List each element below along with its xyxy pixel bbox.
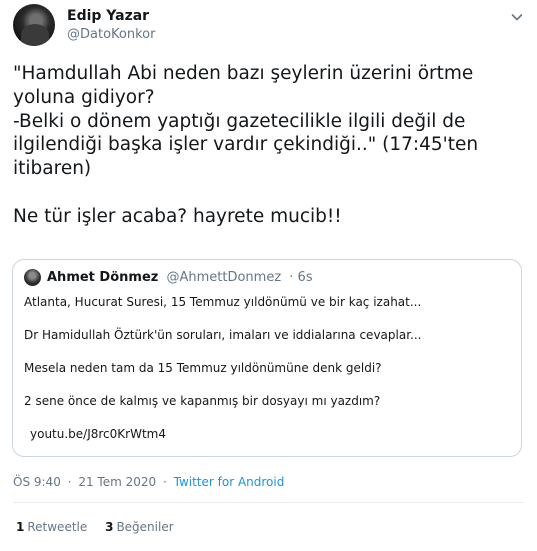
tweet: Edip Yazar @DatoKonkor "Hamdullah Abi ne… bbox=[0, 0, 537, 551]
divider bbox=[13, 502, 524, 503]
tweet-meta: ÖS 9:40 · 21 Tem 2020 · Twitter for Andr… bbox=[13, 475, 284, 489]
quoted-author-name: Ahmet Dönmez bbox=[47, 270, 159, 285]
author-handle[interactable]: @DatoKonkor bbox=[67, 27, 155, 42]
chevron-down-icon[interactable] bbox=[509, 9, 525, 25]
author-name[interactable]: Edip Yazar bbox=[67, 8, 149, 24]
quoted-header: Ahmet Dönmez @AhmettDonmez · 6s bbox=[47, 270, 313, 285]
likes-count: 3 bbox=[105, 520, 114, 534]
retweets-stat[interactable]: 1 Retweetle bbox=[16, 520, 87, 534]
tweet-stats: 1 Retweetle 3 Beğeniler bbox=[16, 520, 188, 534]
tweet-time[interactable]: ÖS 9:40 bbox=[13, 475, 61, 489]
retweets-count: 1 bbox=[16, 520, 25, 534]
quoted-line: Dr Hamidullah Öztürk'ün soruları, imalar… bbox=[24, 328, 422, 342]
quoted-line: Mesela neden tam da 15 Temmuz yıldönümün… bbox=[24, 361, 382, 375]
quoted-tweet[interactable]: Ahmet Dönmez @AhmettDonmez · 6s Atlanta,… bbox=[12, 259, 522, 457]
quoted-author-handle: @AhmettDonmez bbox=[166, 270, 282, 285]
quoted-text: Atlanta, Hucurat Suresi, 15 Temmuz yıldö… bbox=[24, 293, 514, 458]
quoted-line: Atlanta, Hucurat Suresi, 15 Temmuz yıldö… bbox=[24, 295, 422, 309]
tweet-source-link[interactable]: Twitter for Android bbox=[174, 475, 285, 489]
likes-label: Beğeniler bbox=[116, 520, 174, 534]
avatar[interactable] bbox=[13, 4, 55, 46]
quoted-avatar bbox=[24, 269, 41, 286]
quoted-link[interactable]: youtu.be/J8rc0KrWtm4 bbox=[30, 425, 514, 443]
meta-separator: · bbox=[67, 475, 72, 489]
tweet-date[interactable]: 21 Tem 2020 bbox=[78, 475, 156, 489]
retweets-label: Retweetle bbox=[27, 520, 88, 534]
likes-stat[interactable]: 3 Beğeniler bbox=[105, 520, 174, 534]
quoted-line: 2 sene önce de kalmış ve kapanmış bir do… bbox=[24, 394, 381, 408]
quoted-time: · 6s bbox=[289, 270, 313, 285]
tweet-text: "Hamdullah Abi neden bazı şeylerin üzeri… bbox=[13, 63, 479, 227]
meta-separator: · bbox=[162, 475, 167, 489]
